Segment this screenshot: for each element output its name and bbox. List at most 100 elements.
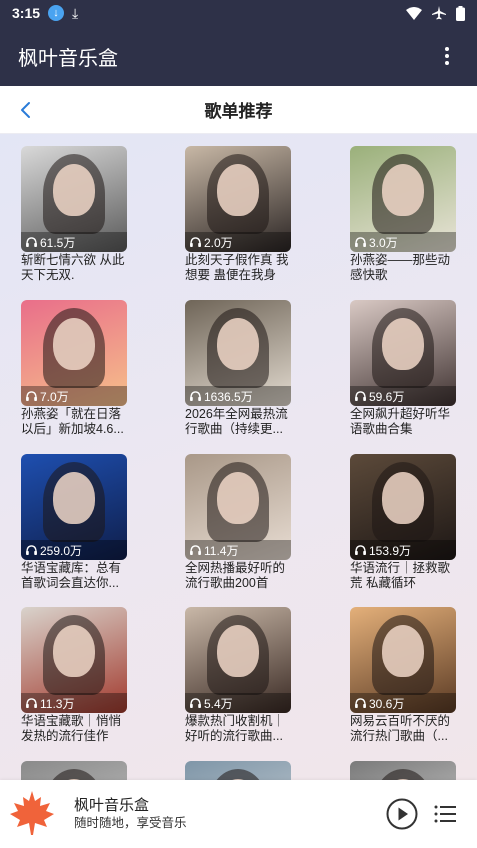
- playlist-cover[interactable]: 7.0万: [21, 300, 127, 406]
- playlist-title[interactable]: 全网飙升超好听华语歌曲合集: [350, 407, 458, 437]
- playlist-cover[interactable]: [350, 761, 456, 780]
- playlist-cover[interactable]: 1636.5万: [185, 300, 291, 406]
- playlist-cover[interactable]: 3.0万: [350, 146, 456, 252]
- playlist-cover[interactable]: 61.5万: [21, 146, 127, 252]
- cover-face: [53, 625, 95, 677]
- playlist-cover[interactable]: 30.6万: [350, 607, 456, 713]
- headphones-icon: [355, 391, 366, 401]
- cover-face: [382, 164, 424, 216]
- playlist-card[interactable]: 3.0万孙燕姿——那些动感快歌: [350, 146, 460, 283]
- play-count: 1636.5万: [185, 386, 291, 406]
- status-bar: 3:15 ↓ ⤓: [0, 0, 477, 26]
- headphones-icon: [26, 391, 37, 401]
- playlist-card[interactable]: 11.3万华语宝藏歌｜悄悄发热的流行佳作: [21, 607, 131, 744]
- wifi-icon: [406, 6, 422, 20]
- download-badge-icon: ↓: [48, 5, 65, 21]
- headphones-icon: [26, 698, 37, 708]
- headphones-icon: [190, 545, 201, 555]
- play-count: 11.4万: [185, 540, 291, 560]
- playlist-title[interactable]: 2026年全网最热流行歌曲（持续更...: [185, 407, 293, 437]
- playlist-cover[interactable]: 153.9万: [350, 454, 456, 560]
- playlist-title[interactable]: 此刻天子假作真 我想要 蛊便在我身: [185, 253, 293, 283]
- playlist-card[interactable]: 259.0万 华语宝藏库：总有首歌词会直达你...: [21, 454, 131, 591]
- playlist-cover[interactable]: 5.4万: [185, 607, 291, 713]
- playlist-card[interactable]: 30.6万网易云百听不厌的流行热门歌曲（...: [350, 607, 460, 744]
- playlist-card[interactable]: 11.4万全网热播最好听的流行歌曲200首: [185, 454, 295, 591]
- play-count: 153.9万: [350, 540, 456, 560]
- headphones-icon: [355, 698, 366, 708]
- playlist-title[interactable]: 网易云百听不厌的流行热门歌曲（...: [350, 714, 458, 744]
- chevron-left-icon[interactable]: [16, 98, 36, 122]
- more-vertical-icon[interactable]: [435, 44, 459, 68]
- play-count-text: 153.9万: [369, 543, 412, 558]
- playlist-title[interactable]: 孙燕姿「就在日落以后」新加坡4.6...: [21, 407, 129, 437]
- app-bar: 枫叶音乐盒: [0, 26, 477, 86]
- page-title: 歌单推荐: [204, 102, 273, 121]
- playlist-icon[interactable]: [433, 802, 457, 826]
- playlist-title[interactable]: 斩断七情六欲 从此天下无双.: [21, 253, 129, 283]
- headphones-icon: [190, 391, 201, 401]
- playlist-grid: 61.5万 斩断七情六欲 从此天下无双. 2.0万此刻天子假作真 我想要 蛊便在我身…: [0, 134, 477, 780]
- play-count-text: 5.4万: [204, 696, 233, 711]
- play-count-text: 1636.5万: [204, 389, 253, 404]
- play-count-text: 7.0万: [40, 389, 69, 404]
- player-title: 枫叶音乐盒: [74, 797, 150, 814]
- play-count: 59.6万: [350, 386, 456, 406]
- play-circle-icon[interactable]: [386, 798, 418, 830]
- play-count-text: 30.6万: [369, 696, 405, 711]
- playlist-cover[interactable]: 59.6万: [350, 300, 456, 406]
- playlist-card[interactable]: 7.0万孙燕姿「就在日落以后」新加坡4.6...: [21, 300, 131, 437]
- cover-face: [382, 318, 424, 370]
- playlist-card[interactable]: [185, 761, 295, 780]
- playlist-cover[interactable]: 2.0万: [185, 146, 291, 252]
- playlist-card[interactable]: 59.6万 全网飙升超好听华语歌曲合集: [350, 300, 460, 437]
- cover-face: [217, 472, 259, 524]
- play-count-text: 2.0万: [204, 235, 233, 250]
- status-time: 3:15: [12, 5, 41, 21]
- cover-face: [382, 472, 424, 524]
- play-count: 3.0万: [350, 232, 456, 252]
- playlist-title[interactable]: 孙燕姿——那些动感快歌: [350, 253, 458, 283]
- cover-face: [217, 164, 259, 216]
- cover-face: [53, 318, 95, 370]
- cover-face: [217, 625, 259, 677]
- playlist-card[interactable]: [21, 761, 131, 780]
- play-count: 5.4万: [185, 693, 291, 713]
- maple-leaf-icon: [10, 791, 54, 835]
- headphones-icon: [355, 545, 366, 555]
- playlist-title[interactable]: 华语宝藏歌｜悄悄发热的流行佳作: [21, 714, 129, 744]
- playlist-cover[interactable]: 11.3万: [21, 607, 127, 713]
- play-count-text: 11.4万: [204, 543, 239, 558]
- headphones-icon: [190, 698, 201, 708]
- cover-face: [53, 164, 95, 216]
- play-count: 11.3万: [21, 693, 127, 713]
- playlist-title[interactable]: 华语流行｜拯救歌荒 私藏循环: [350, 561, 458, 591]
- playlist-title[interactable]: 爆款热门收割机｜好听的流行歌曲...: [185, 714, 293, 744]
- play-count: 61.5万: [21, 232, 127, 252]
- cover-face: [217, 318, 259, 370]
- playlist-cover[interactable]: [21, 761, 127, 780]
- playlist-card[interactable]: 5.4万爆款热门收割机｜好听的流行歌曲...: [185, 607, 295, 744]
- playlist-card[interactable]: [350, 761, 460, 780]
- play-count: 7.0万: [21, 386, 127, 406]
- playlist-cover[interactable]: [185, 761, 291, 780]
- playlist-card[interactable]: 153.9万华语流行｜拯救歌荒 私藏循环: [350, 454, 460, 591]
- player-info[interactable]: 枫叶音乐盒 随时随地，享受音乐: [74, 797, 187, 832]
- cover-face: [53, 472, 95, 524]
- play-count-text: 11.3万: [40, 696, 75, 711]
- playlist-cover[interactable]: 11.4万: [185, 454, 291, 560]
- playlist-card[interactable]: 2.0万此刻天子假作真 我想要 蛊便在我身: [185, 146, 295, 283]
- playlist-title[interactable]: 华语宝藏库：总有首歌词会直达你...: [21, 561, 129, 591]
- headphones-icon: [190, 237, 201, 247]
- play-count-text: 3.0万: [369, 235, 398, 250]
- play-count: 30.6万: [350, 693, 456, 713]
- play-count: 259.0万: [21, 540, 127, 560]
- playlist-cover[interactable]: 259.0万: [21, 454, 127, 560]
- player-subtitle: 随时随地，享受音乐: [74, 816, 187, 830]
- playlist-card[interactable]: 1636.5万 2026年全网最热流行歌曲（持续更...: [185, 300, 295, 437]
- playlist-card[interactable]: 61.5万 斩断七情六欲 从此天下无双.: [21, 146, 131, 283]
- battery-icon: [456, 5, 465, 21]
- headphones-icon: [26, 237, 37, 247]
- mini-player[interactable]: 枫叶音乐盒 随时随地，享受音乐: [0, 780, 477, 848]
- playlist-title[interactable]: 全网热播最好听的流行歌曲200首: [185, 561, 293, 591]
